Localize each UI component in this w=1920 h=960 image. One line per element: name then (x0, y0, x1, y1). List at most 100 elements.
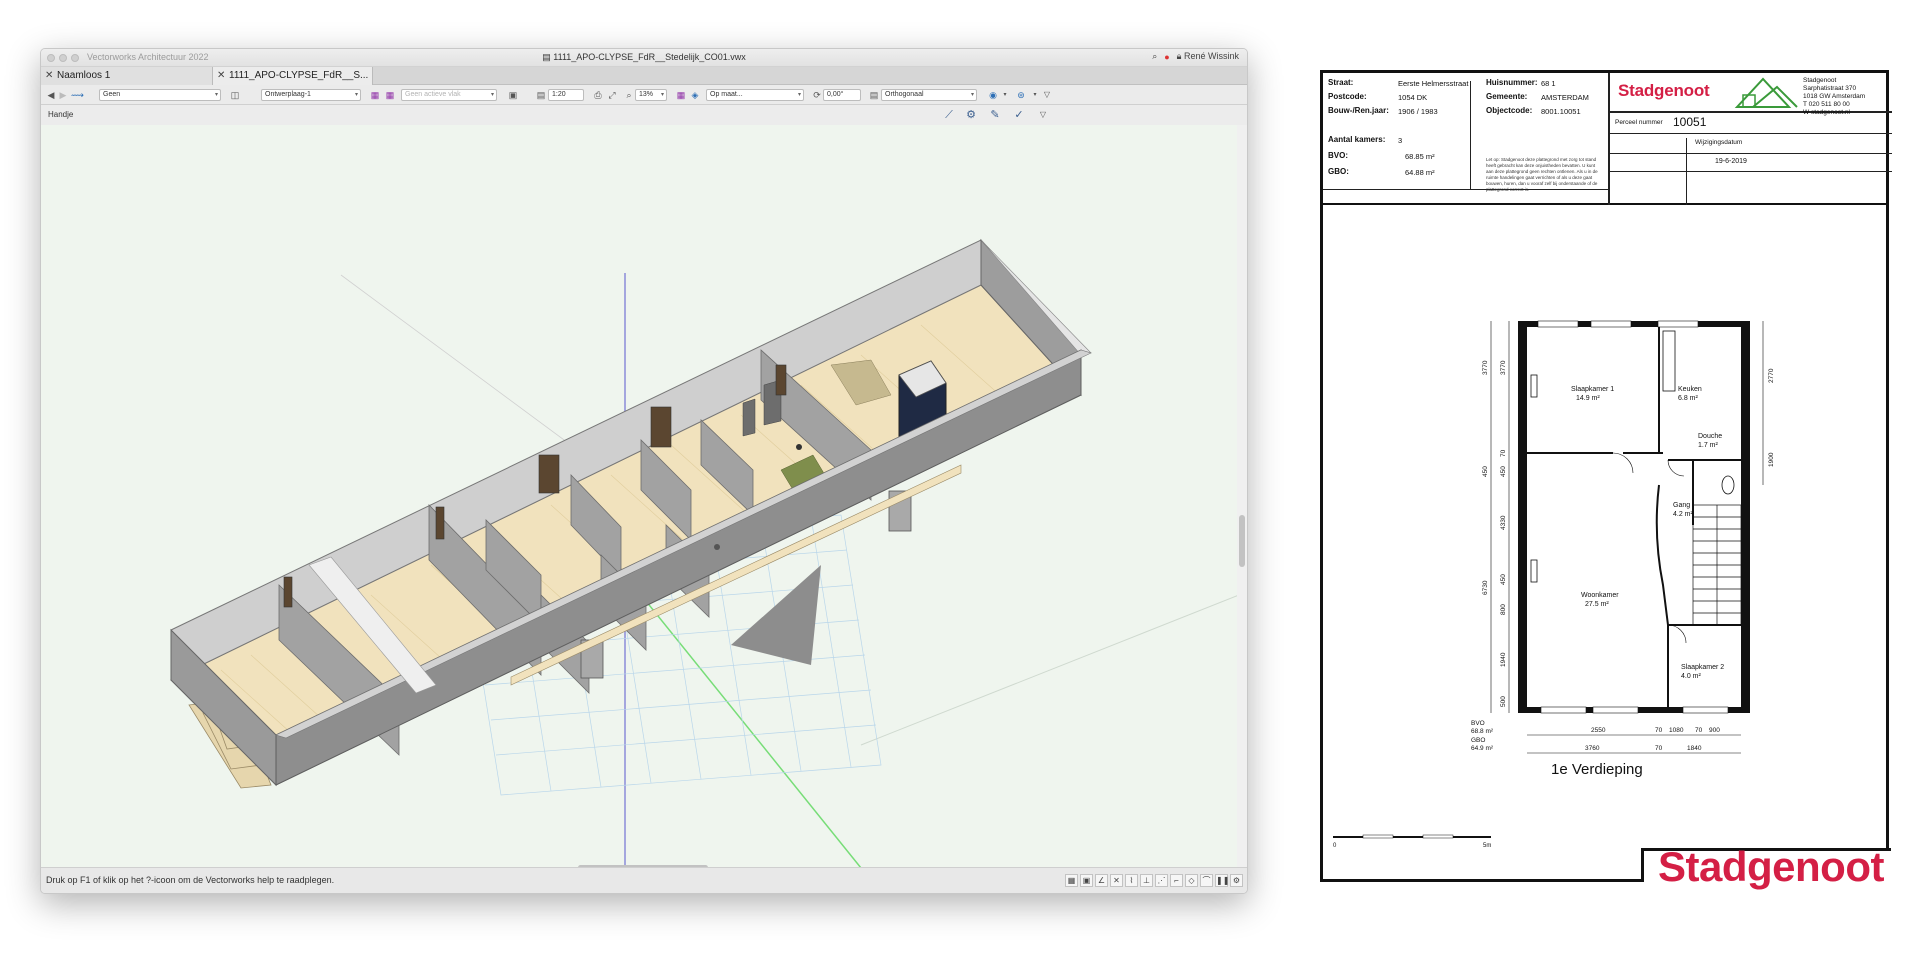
snap-grid-icon[interactable]: ▦ (1065, 874, 1078, 887)
document-title: ▤ 1111_APO-CLYPSE_FdR__Stedelijk_CO01.vw… (41, 52, 1247, 63)
pause-icon[interactable]: ❚❚ (1215, 874, 1229, 887)
snap-point-icon[interactable]: ⋰ (1155, 874, 1168, 887)
contact-line: 1018 GW Amsterdam (1803, 93, 1866, 100)
postcode-label: Postcode: (1328, 92, 1367, 101)
dim-label: 4330 (1500, 515, 1507, 530)
snap-curve-icon[interactable]: ⌒ (1200, 874, 1213, 887)
dim-label: 70 (1655, 745, 1663, 752)
settings-gear-icon[interactable]: ⚙ (963, 108, 979, 122)
document-tab-bar: ✕ Naamloos 1 ✕ 1111_APO-CLYPSE_FdR__S... (41, 67, 1247, 85)
class-select[interactable]: Geen ▾ (99, 89, 221, 101)
dim-label: 3760 (1585, 745, 1600, 752)
navigation-icon[interactable]: ⟿ (71, 89, 84, 101)
snap-angle-icon[interactable]: ∠ (1095, 874, 1108, 887)
print-area-icon[interactable]: ⎙ (592, 89, 604, 101)
view-select[interactable]: Op maat... ▾ (706, 89, 804, 101)
snap-settings-gear-icon[interactable]: ⚙ (1230, 874, 1243, 887)
kamers-value: 3 (1398, 136, 1403, 145)
drawing-canvas[interactable] (41, 125, 1239, 868)
scale-field[interactable]: 1:20 (548, 89, 584, 101)
total-label: BVO (1471, 720, 1485, 727)
plane-options-icon[interactable]: ▦ (384, 89, 396, 101)
snap-object-icon[interactable]: ▣ (1080, 874, 1093, 887)
measure-tool-icon[interactable]: ⟋ (941, 108, 957, 122)
dim-label: 800 (1500, 604, 1507, 615)
dim-label: 1080 (1669, 727, 1684, 734)
gemeente-label: Gemeente: (1486, 92, 1528, 101)
objectcode-value: 8001.10051 (1541, 107, 1581, 116)
search-icon[interactable]: ⌕ (1152, 51, 1157, 62)
chevron-down-icon[interactable]: ▾ (1029, 89, 1041, 101)
scale-bar: 0 5m (1333, 834, 1491, 849)
tool-bar-menu-icon[interactable]: ▽ (1035, 108, 1051, 122)
room-name: Keuken (1678, 386, 1702, 393)
render-options-icon[interactable]: ◉ (987, 89, 999, 101)
bouwjaar-label: Bouw-/Ren.jaar: (1328, 106, 1389, 115)
close-tab-icon[interactable]: ✕ (45, 67, 53, 85)
projection-icon[interactable]: ▤ (868, 89, 880, 101)
class-visibility-icon[interactable]: ◫ (229, 89, 241, 101)
view-orientation-icon[interactable]: ◈ (689, 89, 701, 101)
dim-label: 2770 (1768, 368, 1775, 383)
chevron-down-icon: ▾ (214, 92, 218, 98)
zoom-field[interactable]: 13% ▾ (635, 89, 667, 101)
zoom-value: 13% (639, 91, 654, 98)
snap-settings-icon[interactable]: ✎ (987, 108, 1003, 122)
dimension-labels: 3770 3770 70 450 450 4330 6730 450 800 1… (1471, 360, 1775, 752)
snap-face-icon[interactable]: ◇ (1185, 874, 1198, 887)
layer-select[interactable]: Ontwerplaag-1 ▾ (261, 89, 361, 101)
gemeente-value: AMSTERDAM (1541, 93, 1589, 102)
user-menu[interactable]: 🔒︎ René Wissink (1177, 51, 1239, 62)
radiators (1530, 374, 1538, 583)
close-tab-icon[interactable]: ✕ (217, 67, 225, 85)
scale-value: 1:20 (552, 91, 566, 98)
floor-plan-drawing: Slaapkamer 1 14.9 m² Keuken 6.8 m² Douch… (1333, 320, 1775, 849)
y-axis (624, 574, 862, 868)
snap-edge-icon[interactable]: ⌐ (1170, 874, 1183, 887)
notification-icon[interactable]: ● (1164, 52, 1169, 62)
tab-label: Naamloos 1 (57, 70, 111, 81)
contact-line: W stadgenoot.nl (1803, 109, 1850, 116)
snap-intersection-icon[interactable]: ✕ (1110, 874, 1123, 887)
bvo-value: 68.85 m² (1405, 152, 1435, 161)
vertical-scrollbar[interactable] (1237, 125, 1247, 868)
perceel-value: 10051 (1673, 115, 1707, 129)
view-bar-menu-icon[interactable]: ▽ (1041, 89, 1053, 101)
dim-label: 70 (1695, 727, 1703, 734)
tab-naamloos[interactable]: ✕ Naamloos 1 (41, 67, 213, 85)
chevron-down-icon: ▾ (490, 92, 494, 98)
projection-select[interactable]: Orthogonaal ▾ (881, 89, 977, 101)
vertical-scroll-thumb[interactable] (1239, 515, 1245, 567)
wijziging-value: 19-6-2019 (1715, 158, 1747, 165)
dim-label: 70 (1500, 449, 1507, 457)
chevron-down-icon[interactable]: ▾ (999, 89, 1011, 101)
3d-model-view (170, 238, 1239, 868)
title-block-rule (1610, 153, 1892, 154)
fit-view-icon[interactable]: ⤢ (606, 89, 618, 101)
status-text: Druk op F1 of klik op het ?-icoon om de … (46, 875, 335, 885)
total-value: 68.8 m² (1471, 728, 1494, 735)
objectcode-label: Objectcode: (1486, 106, 1533, 115)
angle-field[interactable]: 0,00° (823, 89, 861, 101)
tab-active-document[interactable]: ✕ 1111_APO-CLYPSE_FdR__S... (213, 67, 373, 85)
document-title-text: 1111_APO-CLYPSE_FdR__Stedelijk_CO01.vwx (553, 52, 746, 62)
dimension-lines (1490, 321, 1764, 754)
back-arrow-icon[interactable]: ◀ (45, 89, 57, 101)
chevron-down-icon: ▾ (970, 92, 974, 98)
working-plane-icon[interactable]: ▣ (507, 89, 519, 101)
scale-icon[interactable]: ▤ (535, 89, 547, 101)
plane-select[interactable]: Geen actieve vlak ▾ (401, 89, 497, 101)
snap-distance-icon[interactable]: ⌇ (1125, 874, 1138, 887)
layer-options-icon[interactable]: ▦ (369, 89, 381, 101)
zoom-icon[interactable]: ⌕ (623, 89, 635, 101)
snap-tangent-icon[interactable]: ⊥ (1140, 874, 1153, 887)
visibility-settings-icon[interactable]: ✓ (1011, 108, 1027, 122)
lighting-icon[interactable]: ⊛ (1015, 89, 1027, 101)
floor-plan-sheet: Straat: Eerste Helmersstraat Postcode: 1… (1320, 70, 1892, 882)
total-value: 64.9 m² (1471, 745, 1494, 752)
title-bar: Vectorworks Architectuur 2022 ▤ 1111_APO… (41, 49, 1247, 67)
rotate-view-icon[interactable]: ⟳ (811, 89, 823, 101)
forward-arrow-icon[interactable]: ▶ (57, 89, 69, 101)
view-bar: ◀ ▶ ⟿ Geen ▾ ◫ Ontwerplaag-1 ▾ ▦ ▦ Geen ac… (41, 85, 1247, 105)
render-mode-icon[interactable]: ▦ (675, 89, 687, 101)
